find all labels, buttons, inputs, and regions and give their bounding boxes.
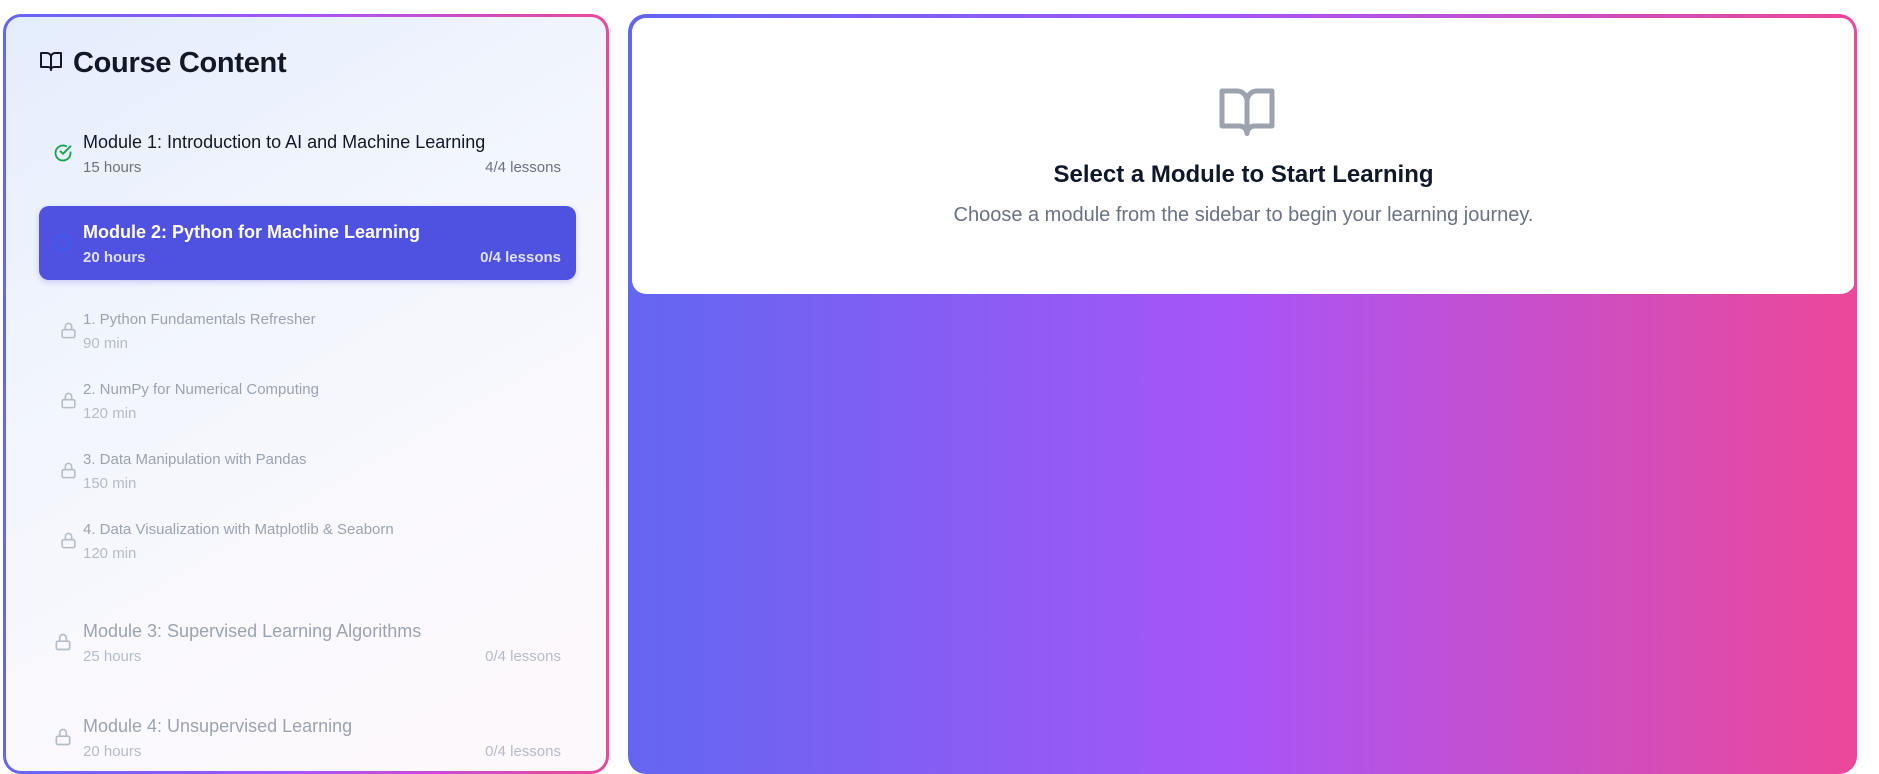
module-title: Module 2: Python for Machine Learning xyxy=(83,222,421,242)
module-lessons-count: 0/4 lessons xyxy=(485,648,561,665)
course-sidebar: Course Content Module 1: Introduction to… xyxy=(6,17,606,771)
lesson-duration: 90 min xyxy=(83,335,129,352)
module-item-2[interactable]: Module 2: Python for Machine Learning 20… xyxy=(39,206,576,280)
lesson-title: 4. Data Visualization with Matplotlib & … xyxy=(83,521,394,538)
lesson-title: 3. Data Manipulation with Pandas xyxy=(83,451,307,468)
module-hours: 15 hours xyxy=(83,159,142,176)
lesson-duration: 150 min xyxy=(83,475,137,492)
module-hours: 25 hours xyxy=(83,648,142,665)
lock-icon xyxy=(59,321,78,340)
module-title: Module 1: Introduction to AI and Machine… xyxy=(83,132,486,152)
book-open-icon xyxy=(1217,81,1277,141)
main-border: Select a Module to Start Learning Choose… xyxy=(628,14,1857,774)
module-item-3[interactable]: Module 3: Supervised Learning Algorithms… xyxy=(39,605,576,679)
module-item-4[interactable]: Module 4: Unsupervised Learning 20 hours… xyxy=(39,700,576,771)
module-lessons-count: 0/4 lessons xyxy=(480,249,561,266)
check-circle-icon xyxy=(53,143,73,163)
module-hours: 20 hours xyxy=(83,743,142,760)
lesson-duration: 120 min xyxy=(83,405,137,422)
main-content: Select a Module to Start Learning Choose… xyxy=(631,17,1854,771)
sidebar-title: Course Content xyxy=(73,47,287,79)
welcome-card: Select a Module to Start Learning Choose… xyxy=(632,18,1854,294)
module-lessons-count: 0/4 lessons xyxy=(485,743,561,760)
lesson-title: 2. NumPy for Numerical Computing xyxy=(83,381,319,398)
module-title: Module 3: Supervised Learning Algorithms xyxy=(83,621,422,641)
book-open-icon xyxy=(39,49,63,78)
lesson-duration: 120 min xyxy=(83,545,137,562)
lock-icon xyxy=(53,727,73,747)
lesson-item-2[interactable]: 2. NumPy for Numerical Computing 120 min xyxy=(39,371,576,431)
lock-icon xyxy=(59,461,78,480)
sidebar-header: Course Content xyxy=(39,47,287,80)
lesson-item-4[interactable]: 4. Data Visualization with Matplotlib & … xyxy=(39,511,576,571)
lesson-item-1[interactable]: 1. Python Fundamentals Refresher 90 min xyxy=(39,301,576,361)
module-lessons-count: 4/4 lessons xyxy=(485,159,561,176)
lock-icon xyxy=(59,531,78,550)
module-title: Module 4: Unsupervised Learning xyxy=(83,716,353,736)
lesson-title: 1. Python Fundamentals Refresher xyxy=(83,311,316,328)
lesson-item-3[interactable]: 3. Data Manipulation with Pandas 150 min xyxy=(39,441,576,501)
lock-icon xyxy=(53,632,73,652)
lock-icon xyxy=(59,391,78,410)
welcome-title: Select a Module to Start Learning xyxy=(1053,161,1434,188)
sidebar-border: Course Content Module 1: Introduction to… xyxy=(3,14,609,774)
module-item-1[interactable]: Module 1: Introduction to AI and Machine… xyxy=(39,116,576,190)
module-hours: 20 hours xyxy=(83,249,146,266)
welcome-subtitle: Choose a module from the sidebar to begi… xyxy=(953,204,1534,226)
play-circle-icon xyxy=(53,233,73,253)
